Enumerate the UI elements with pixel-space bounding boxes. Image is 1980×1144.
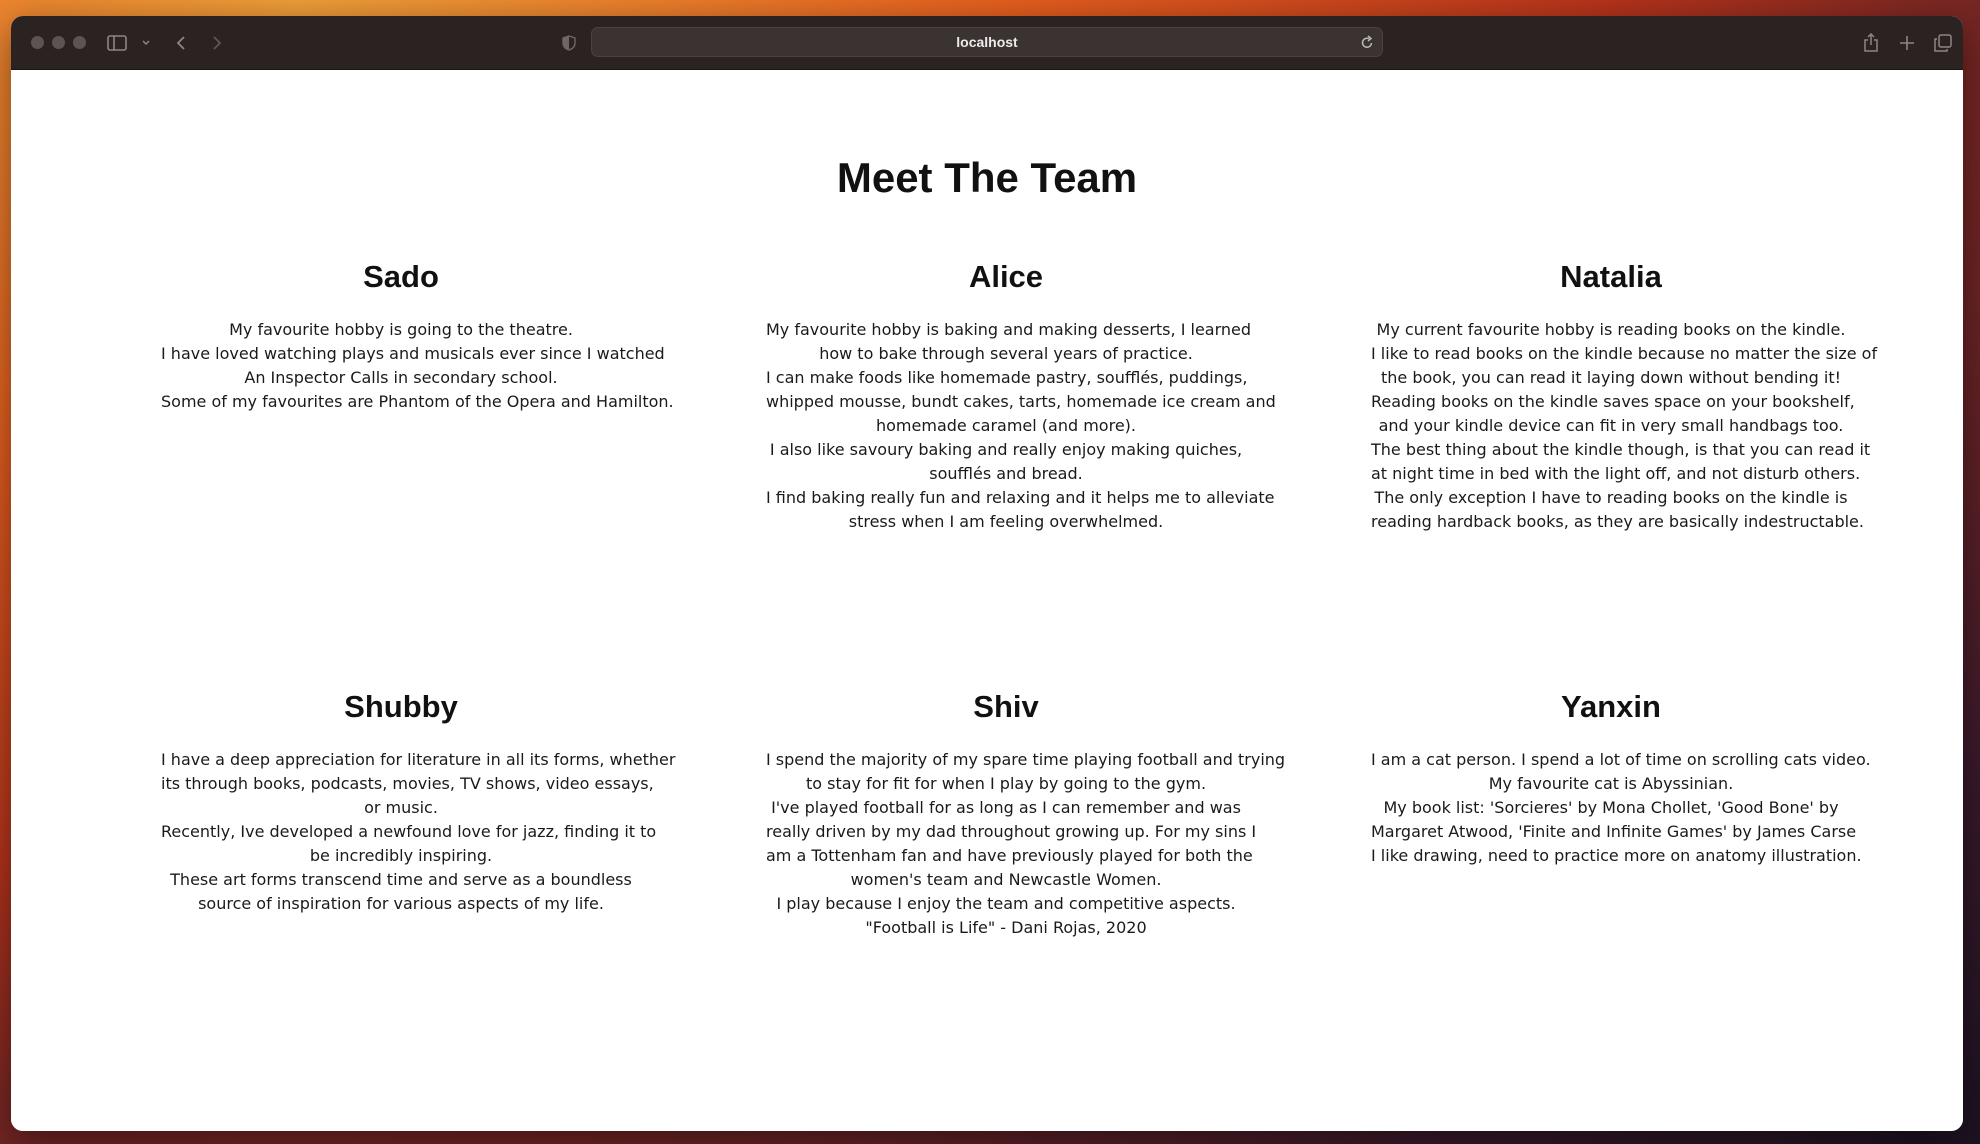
team-member-card: Natalia My current favourite hobby is re… bbox=[1371, 257, 1878, 534]
page-title: Meet The Team bbox=[836, 154, 1138, 201]
member-bio: My current favourite hobby is reading bo… bbox=[1371, 318, 1878, 534]
bio-line: its through books, podcasts, movies, TV … bbox=[161, 774, 654, 793]
tab-overview-icon[interactable] bbox=[1929, 29, 1957, 57]
member-name: Yanxin bbox=[1561, 689, 1661, 724]
address-bar[interactable]: localhost bbox=[591, 27, 1383, 57]
bio-line: Some of my favourites are Phantom of the… bbox=[161, 392, 674, 411]
bio-line: Reading books on the kindle saves space … bbox=[1371, 392, 1855, 411]
bio-line: be incredibly inspiring. bbox=[309, 846, 493, 865]
bio-line: I play because I enjoy the team and comp… bbox=[776, 894, 1236, 913]
sidebar-toggle-icon[interactable] bbox=[103, 29, 131, 57]
new-tab-plus-icon[interactable] bbox=[1893, 29, 1921, 57]
reload-icon[interactable] bbox=[1360, 34, 1374, 54]
member-bio: My favourite hobby is baking and making … bbox=[766, 318, 1276, 534]
bio-line: really driven by my dad throughout growi… bbox=[766, 822, 1257, 841]
bio-line: I can make foods like homemade pastry, s… bbox=[766, 368, 1248, 387]
bio-line: Margaret Atwood, 'Finite and Infinite Ga… bbox=[1371, 822, 1857, 841]
bio-line: at night time in bed with the light off,… bbox=[1371, 464, 1861, 483]
forward-arrow-icon[interactable] bbox=[203, 29, 231, 57]
member-name: Sado bbox=[363, 259, 439, 294]
bio-line: I've played football for as long as I ca… bbox=[771, 798, 1241, 817]
bio-line: how to bake through several years of pra… bbox=[819, 344, 1193, 363]
bio-line: the book, you can read it laying down wi… bbox=[1380, 368, 1842, 387]
browser-window: localhost Meet The Team Sado My favourit… bbox=[11, 16, 1963, 1131]
bio-line: I also like savoury baking and really en… bbox=[769, 440, 1243, 459]
bio-line: women's team and Newcastle Women. bbox=[850, 870, 1162, 889]
team-member-card: Sado My favourite hobby is going to the … bbox=[161, 257, 674, 414]
member-bio: I am a cat person. I spend a lot of time… bbox=[1371, 748, 1871, 868]
bio-line: soufflés and bread. bbox=[929, 464, 1083, 483]
bio-line: My book list: 'Sorcieres' by Mona Cholle… bbox=[1383, 798, 1839, 817]
browser-toolbar: localhost bbox=[11, 16, 1963, 70]
zoom-window-button[interactable] bbox=[73, 36, 86, 49]
bio-line: The only exception I have to reading boo… bbox=[1374, 488, 1848, 507]
bio-line: Recently, Ive developed a newfound love … bbox=[161, 822, 657, 841]
team-member-card: Shiv I spend the majority of my spare ti… bbox=[766, 687, 1286, 940]
bio-line: to stay for fit for when I play by going… bbox=[805, 774, 1207, 793]
member-name: Alice bbox=[968, 259, 1044, 294]
bio-line: or music. bbox=[364, 798, 438, 817]
back-arrow-icon[interactable] bbox=[167, 29, 195, 57]
team-member-card: Alice My favourite hobby is baking and m… bbox=[766, 257, 1276, 534]
share-icon[interactable] bbox=[1857, 29, 1885, 57]
bio-line: My favourite hobby is going to the theat… bbox=[229, 320, 573, 339]
bio-line: I have a deep appreciation for literatur… bbox=[161, 750, 676, 769]
bio-line: These art forms transcend time and serve… bbox=[170, 870, 632, 889]
bio-line: I like drawing, need to practice more on… bbox=[1371, 846, 1862, 865]
bio-line: My current favourite hobby is reading bo… bbox=[1376, 320, 1846, 339]
bio-line: source of inspiration for various aspect… bbox=[198, 894, 604, 913]
privacy-shield-icon[interactable] bbox=[555, 29, 583, 57]
member-name: Shiv bbox=[973, 689, 1039, 724]
member-bio: I spend the majority of my spare time pl… bbox=[766, 748, 1286, 940]
bio-line: am a Tottenham fan and have previously p… bbox=[766, 846, 1253, 865]
page-content: Meet The Team Sado My favourite hobby is… bbox=[11, 70, 1963, 1131]
bio-line: homemade caramel (and more). bbox=[876, 416, 1136, 435]
window-controls bbox=[31, 36, 86, 49]
member-bio: My favourite hobby is going to the theat… bbox=[161, 318, 674, 414]
team-member-card: Yanxin I am a cat person. I spend a lot … bbox=[1371, 687, 1871, 868]
address-url: localhost bbox=[956, 34, 1018, 50]
bio-line: My favourite cat is Abyssinian. bbox=[1488, 774, 1734, 793]
bio-line: My favourite hobby is baking and making … bbox=[766, 320, 1252, 339]
bio-line: I find baking really fun and relaxing an… bbox=[766, 488, 1275, 507]
bio-line: "Football is Life" - Dani Rojas, 2020 bbox=[865, 918, 1147, 937]
team-member-card: Shubby I have a deep appreciation for li… bbox=[161, 687, 676, 916]
bio-line: I spend the majority of my spare time pl… bbox=[766, 750, 1286, 769]
bio-line: whipped mousse, bundt cakes, tarts, home… bbox=[766, 392, 1276, 411]
member-bio: I have a deep appreciation for literatur… bbox=[161, 748, 676, 916]
bio-line: An Inspector Calls in secondary school. bbox=[244, 368, 558, 387]
bio-line: I have loved watching plays and musicals… bbox=[161, 344, 665, 363]
bio-line: I am a cat person. I spend a lot of time… bbox=[1371, 750, 1871, 769]
minimize-window-button[interactable] bbox=[52, 36, 65, 49]
bio-line: I like to read books on the kindle becau… bbox=[1371, 344, 1878, 363]
chevron-down-icon[interactable] bbox=[139, 29, 153, 57]
bio-line: reading hardback books, as they are basi… bbox=[1371, 512, 1864, 531]
bio-line: stress when I am feeling overwhelmed. bbox=[848, 512, 1164, 531]
close-window-button[interactable] bbox=[31, 36, 44, 49]
member-name: Natalia bbox=[1560, 259, 1662, 294]
bio-line: The best thing about the kindle though, … bbox=[1371, 440, 1871, 459]
member-name: Shubby bbox=[344, 689, 458, 724]
bio-line: and your kindle device can fit in very s… bbox=[1378, 416, 1844, 435]
